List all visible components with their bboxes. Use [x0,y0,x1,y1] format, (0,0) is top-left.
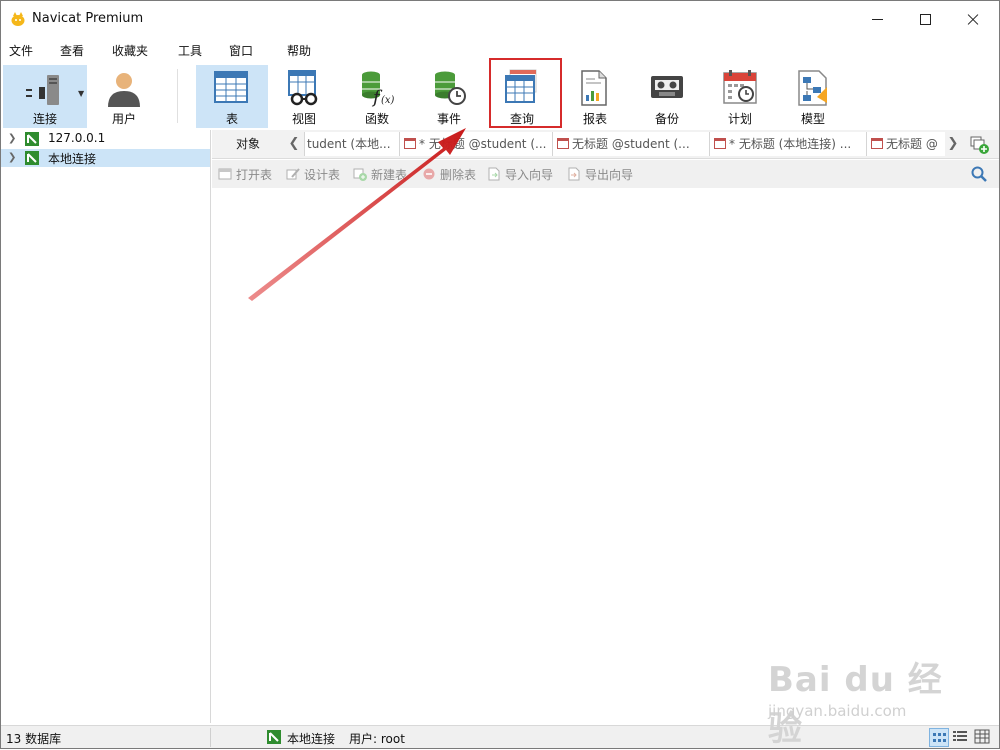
tab-object[interactable]: 对象 [212,130,284,158]
new-table-button[interactable]: 新建表 [353,166,407,183]
report-button[interactable]: 报表 [560,65,630,128]
title-bar[interactable]: Navicat Premium [1,1,999,37]
tree-item-label: 本地连接 [48,152,97,166]
connect-label: 连接 [32,112,57,126]
connection-icon [25,132,39,146]
report-label: 报表 [582,112,607,126]
report-icon [581,70,607,106]
connection-icon [25,151,39,165]
table-button[interactable]: 表 [196,65,268,128]
query-highlight-box [489,58,562,128]
backup-label: 备份 [654,112,679,126]
schedule-icon [723,70,757,104]
schedule-label: 计划 [727,112,752,126]
query-tab-icon [714,138,726,149]
detail-view-icon [974,729,990,744]
delete-table-icon [423,168,435,180]
delete-table-button[interactable]: 删除表 [422,166,476,183]
event-button[interactable]: 事件 [414,65,484,128]
navicat-logo-icon [11,12,25,26]
import-wizard-button[interactable]: 导入向导 [487,166,553,183]
schedule-button[interactable]: 计划 [705,65,775,128]
connect-icon [26,75,59,105]
toolbar-separator [177,69,178,123]
baidu-watermark: Bai du 经验 jingyan.baidu.com [762,648,962,749]
query-tab[interactable]: * 无标题 (本地连接) ... [709,132,866,156]
open-table-button[interactable]: 打开表 [218,166,272,183]
export-icon [568,167,580,181]
backup-icon [651,76,683,98]
event-label: 事件 [436,112,461,126]
table-icon [214,71,248,103]
menu-view[interactable]: 查看 [60,42,84,59]
minimize-icon [872,19,883,20]
new-table-icon [353,168,367,181]
connection-tree: ❯ 127.0.0.1 ❯ 本地连接 [1,130,211,723]
status-connection: 本地连接 [287,732,336,746]
query-tab-icon [404,138,416,149]
query-tab-icon [557,138,569,149]
user-label: 用户 [111,112,136,126]
tree-item-local-connection[interactable]: ❯ 本地连接 [1,149,210,167]
view-button[interactable]: 视图 [269,65,339,128]
maximize-icon [920,14,931,25]
function-button[interactable]: f (x) 函数 [342,65,412,128]
watermark-url: jingyan.baidu.com [768,702,907,720]
tree-item-localhost[interactable]: ❯ 127.0.0.1 [1,130,210,148]
menu-tools[interactable]: 工具 [178,42,202,59]
menu-help[interactable]: 帮助 [287,42,311,59]
query-tab-icon [871,138,883,149]
view-icon [288,70,318,106]
object-content-area[interactable] [212,189,999,723]
event-icon [435,71,466,105]
menu-favorites[interactable]: 收藏夹 [112,42,148,59]
function-label: 函数 [364,112,389,126]
watermark-logo: Bai du 经验 [768,660,943,749]
query-tab[interactable]: * 无标题 @student (... [399,132,552,156]
connect-button[interactable]: ▼ 连接 [3,65,87,128]
database-count: 13 数据库 [6,732,62,746]
model-icon [798,70,827,106]
user-button[interactable]: 用户 [89,65,159,128]
minimize-button[interactable] [853,1,901,37]
chevron-right-icon[interactable]: ❯ [8,152,16,163]
svg-text:(x): (x) [381,95,395,106]
detail-view-button[interactable] [973,728,993,747]
model-label: 模型 [800,112,825,126]
chevron-right-icon[interactable]: ❯ [8,133,16,144]
view-label: 视图 [291,112,316,126]
design-table-button[interactable]: 设计表 [286,166,340,183]
design-table-icon [286,168,300,180]
model-button[interactable]: 模型 [778,65,848,128]
close-button[interactable] [949,1,997,37]
menu-file[interactable]: 文件 [9,42,33,59]
tab-strip: 对象 ❮ tudent (本地... * 无标题 @student (... 无… [212,130,999,159]
object-toolbar: 打开表 设计表 新建表 删除表 导入向导 导出向导 [212,160,999,188]
user-icon [108,73,140,107]
connect-dropdown-icon[interactable]: ▼ [78,89,84,98]
window-title: Navicat Premium [32,11,144,26]
query-tab[interactable]: 无标题 @student (... [552,132,709,156]
table-label: 表 [225,112,238,126]
chevron-left-icon[interactable]: ❮ [286,130,302,158]
query-tab[interactable]: 无标题 @ [866,132,945,156]
query-tab[interactable]: tudent (本地... [304,132,401,156]
export-wizard-button[interactable]: 导出向导 [567,166,633,183]
function-icon: f (x) [362,71,395,107]
search-icon[interactable] [970,165,988,183]
tree-item-label: 127.0.0.1 [48,131,106,145]
new-tab-icon[interactable] [968,133,990,155]
connection-icon [267,730,281,744]
maximize-button[interactable] [901,1,949,37]
chevron-right-icon[interactable]: ❯ [945,130,961,158]
import-icon [488,167,500,181]
backup-button[interactable]: 备份 [632,65,702,128]
menu-window[interactable]: 窗口 [229,42,253,59]
open-table-icon [218,168,232,180]
status-user: 用户: root [349,732,405,746]
